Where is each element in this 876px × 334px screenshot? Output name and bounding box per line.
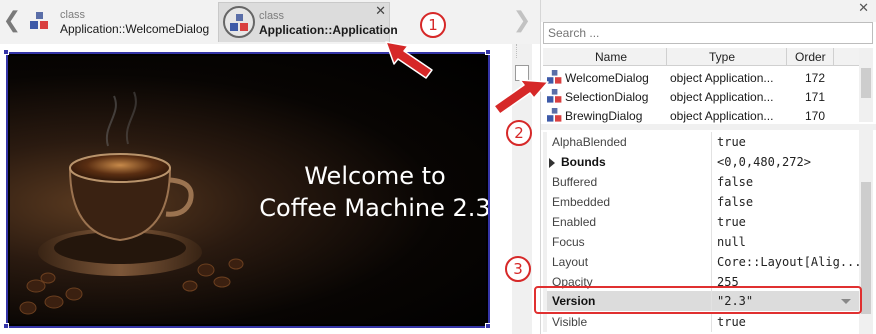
arrow-1-icon bbox=[385, 41, 433, 79]
callout-badge-3: 3 bbox=[505, 256, 531, 282]
arrow-2-icon bbox=[493, 79, 549, 115]
callout-badge-2: 2 bbox=[506, 120, 532, 146]
callout-badge-1: 1 bbox=[420, 12, 446, 38]
annotation-arrows bbox=[385, 41, 549, 115]
